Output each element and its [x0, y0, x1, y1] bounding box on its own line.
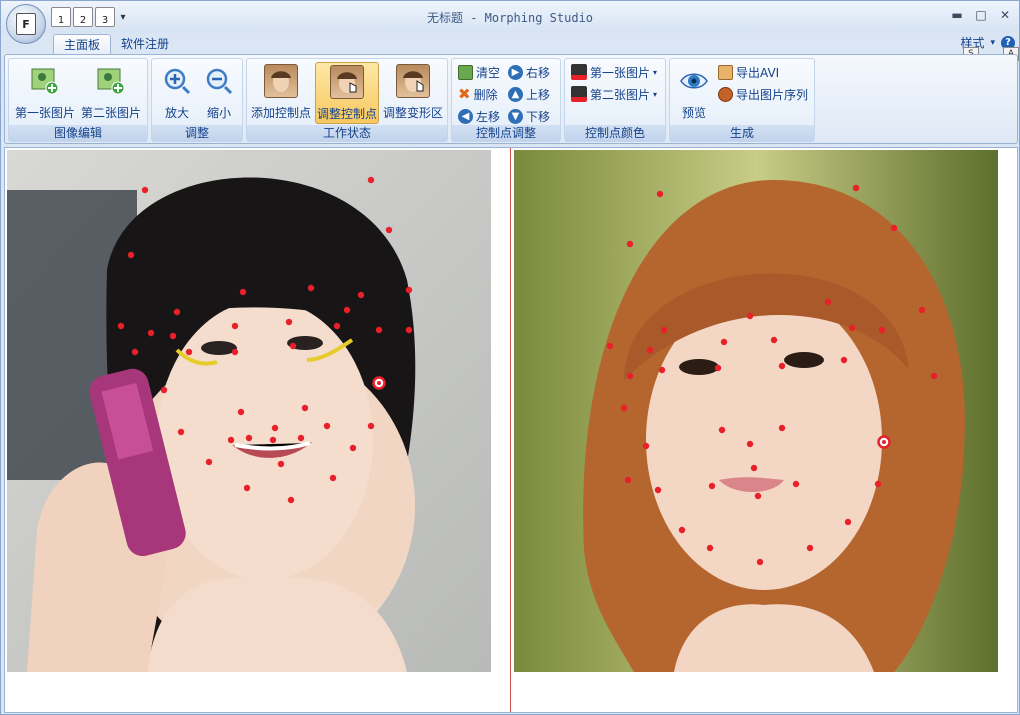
- face-thumbnail-icon: [264, 64, 298, 98]
- camera-icon: [718, 86, 733, 102]
- second-image-button[interactable]: 第二张图片: [79, 62, 143, 124]
- chevron-down-icon: ▾: [990, 37, 995, 48]
- group-label-control-point-adjust: 控制点调整: [452, 125, 560, 141]
- arrow-right-icon: ▶: [508, 64, 523, 80]
- chevron-down-icon: ▾: [653, 67, 658, 77]
- zoom-out-button[interactable]: 缩小: [198, 62, 240, 124]
- add-control-point-button[interactable]: 添加控制点: [249, 62, 313, 124]
- paint-bucket-icon: [571, 86, 587, 102]
- first-image-color-label: 第一张图片: [590, 65, 651, 80]
- ribbon: 第一张图片 第二张图片 图像编辑 放大 缩小 调整 添加控制点 调整控制点 调整…: [4, 54, 1018, 144]
- minimize-button[interactable]: ▬: [949, 7, 965, 23]
- face-hand-cursor-icon: [330, 65, 364, 99]
- adjust-control-point-button[interactable]: 调整控制点: [315, 62, 379, 124]
- move-right-button[interactable]: ▶ 右移: [508, 62, 550, 82]
- title-bar: F 1 2 3 ▾ 无标题 - Morphing Studio ▬ □ ✕: [1, 1, 1019, 44]
- film-icon: [718, 64, 733, 80]
- tab-registration[interactable]: 软件注册: [111, 34, 179, 54]
- group-generate: 预览 导出AVI 导出图片序列 生成: [669, 58, 815, 142]
- second-image-color-dropdown[interactable]: 第二张图片 ▾: [571, 84, 657, 104]
- export-avi-button[interactable]: 导出AVI: [718, 62, 779, 82]
- app-window: F 1 2 3 ▾ 无标题 - Morphing Studio ▬ □ ✕ 主面…: [0, 0, 1020, 715]
- zoom-in-button[interactable]: 放大: [156, 62, 198, 124]
- app-logo-icon: F: [16, 13, 36, 35]
- work-area: [4, 147, 1018, 713]
- group-work-state: 添加控制点 调整控制点 调整变形区 工作状态: [246, 58, 448, 142]
- clear-button[interactable]: 清空: [458, 62, 500, 82]
- move-left-button[interactable]: ◀ 左移: [458, 106, 500, 126]
- tab-main-panel[interactable]: 主面板: [53, 34, 112, 54]
- adjust-warp-area-button[interactable]: 调整变形区: [381, 62, 445, 124]
- group-label-adjust: 调整: [152, 125, 242, 141]
- window-controls: ▬ □ ✕: [949, 7, 1013, 23]
- first-image-pane: [5, 148, 511, 712]
- move-down-label: 下移: [526, 109, 551, 124]
- move-down-button[interactable]: ▼ 下移: [508, 106, 550, 126]
- first-image-canvas[interactable]: [7, 150, 491, 672]
- delete-label: 删除: [473, 87, 498, 102]
- ribbon-tabs: 主面板 软件注册: [53, 34, 179, 54]
- preview-button[interactable]: 预览: [674, 62, 714, 124]
- move-up-label: 上移: [526, 87, 551, 102]
- export-sequence-label: 导出图片序列: [736, 87, 809, 102]
- move-right-label: 右移: [526, 65, 551, 80]
- group-control-point-color: 第一张图片 ▾ 第二张图片 ▾ 控制点颜色: [564, 58, 666, 142]
- zoom-in-icon: [160, 64, 194, 98]
- group-label-work-state: 工作状态: [247, 125, 447, 141]
- add-control-point-label: 添加控制点: [250, 106, 311, 120]
- group-label-generate: 生成: [670, 125, 814, 141]
- delete-button[interactable]: ✖ 删除: [458, 84, 498, 104]
- first-image-button[interactable]: 第一张图片: [13, 62, 77, 124]
- add-image-icon: [94, 64, 128, 98]
- group-label-control-point-color: 控制点颜色: [565, 125, 665, 141]
- export-sequence-button[interactable]: 导出图片序列: [718, 84, 808, 104]
- paint-bucket-icon: [571, 64, 587, 80]
- arrow-up-icon: ▲: [508, 86, 523, 102]
- arrow-down-icon: ▼: [508, 108, 523, 124]
- zoom-out-label: 缩小: [206, 106, 231, 120]
- move-up-button[interactable]: ▲ 上移: [508, 84, 550, 104]
- preview-label: 预览: [681, 106, 706, 120]
- second-image-color-label: 第二张图片: [590, 87, 651, 102]
- second-image-canvas[interactable]: [514, 150, 998, 672]
- export-avi-label: 导出AVI: [736, 65, 780, 80]
- adjust-control-point-label: 调整控制点: [316, 107, 377, 121]
- eye-icon: [677, 64, 711, 98]
- adjust-warp-area-label: 调整变形区: [382, 106, 443, 120]
- group-control-point-adjust: 清空 ✖ 删除 ◀ 左移 ▶ 右移 ▲ 上移 ▼ 下移 控制点调整: [451, 58, 561, 142]
- window-title: 无标题 - Morphing Studio: [426, 11, 594, 25]
- application-menu-button[interactable]: F: [6, 4, 46, 44]
- chevron-down-icon: ▾: [653, 89, 658, 99]
- clear-label: 清空: [476, 65, 501, 80]
- trash-icon: [458, 64, 473, 80]
- first-image-label: 第一张图片: [14, 106, 75, 120]
- zoom-out-icon: [202, 64, 236, 98]
- move-left-label: 左移: [476, 109, 501, 124]
- group-label-image-edit: 图像编辑: [9, 125, 147, 141]
- maximize-button[interactable]: □: [973, 7, 989, 23]
- face-warp-cursor-icon: [396, 64, 430, 98]
- second-image-label: 第二张图片: [80, 106, 141, 120]
- second-image-pane: [512, 148, 1017, 712]
- arrow-left-icon: ◀: [458, 108, 473, 124]
- add-image-icon: [28, 64, 62, 98]
- x-icon: ✖: [458, 85, 471, 103]
- close-button[interactable]: ✕: [997, 7, 1013, 23]
- group-adjust: 放大 缩小 调整: [151, 58, 243, 142]
- group-image-edit: 第一张图片 第二张图片 图像编辑: [8, 58, 148, 142]
- first-image-color-dropdown[interactable]: 第一张图片 ▾: [571, 62, 657, 82]
- zoom-in-label: 放大: [164, 106, 189, 120]
